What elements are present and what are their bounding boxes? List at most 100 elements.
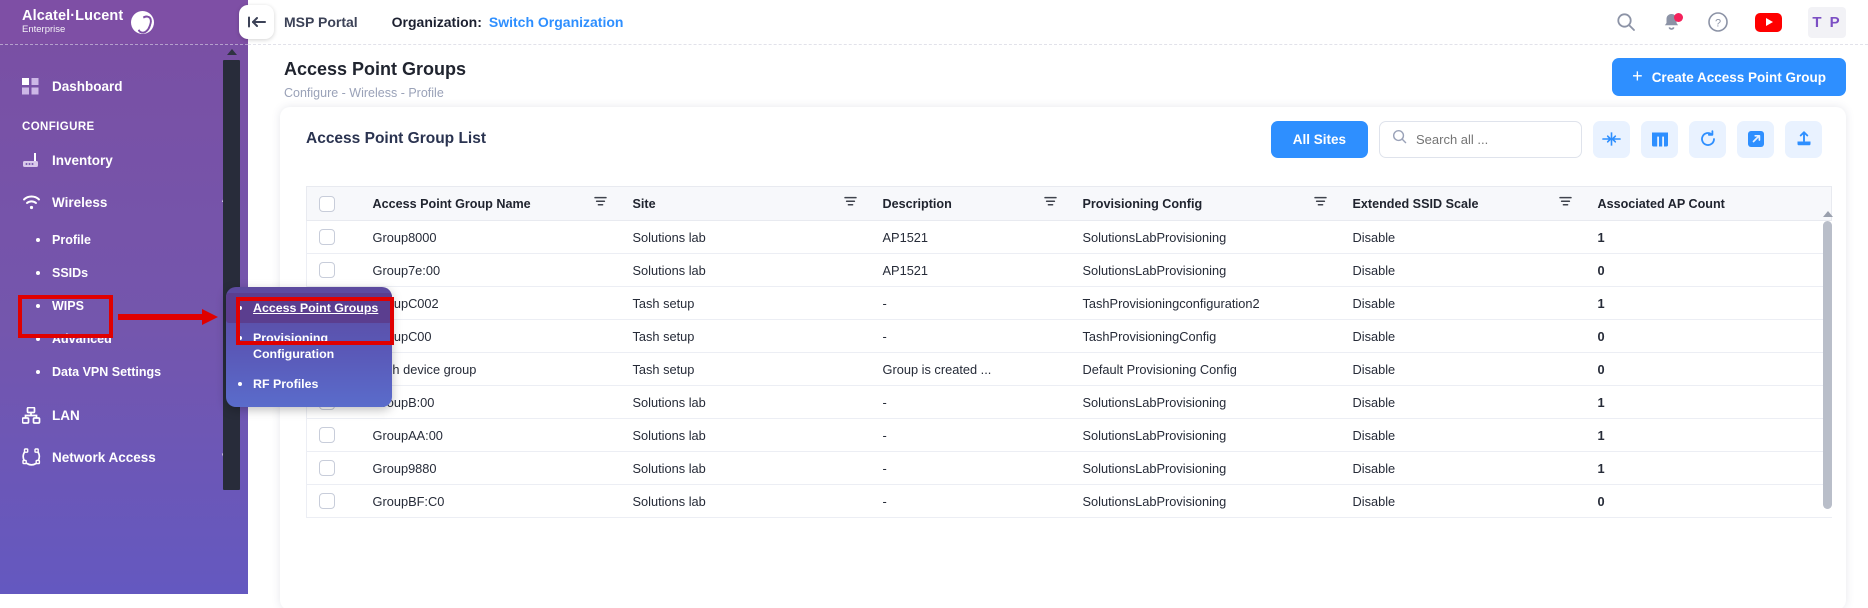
filter-icon[interactable] [844,196,857,211]
all-sites-button[interactable]: All Sites [1271,121,1368,158]
cell-ap-count[interactable]: 0 [1586,254,1832,287]
table-row[interactable]: GroupAA:00 Solutions lab - SolutionsLabP… [307,419,1832,452]
sidebar-item-label: Dashboard [48,79,228,94]
cell-site: Solutions lab [621,221,871,254]
table-row[interactable]: Group7e:00 Solutions lab AP1521 Solution… [307,254,1832,287]
cell-site: Solutions lab [621,419,871,452]
column-settings-button[interactable] [1641,121,1678,158]
cell-name: GroupC002 [361,287,621,320]
search-input-wrapper[interactable] [1379,121,1582,158]
export-upload-button[interactable] [1785,121,1822,158]
sidebar: Alcatel·Lucent Enterprise Dashboard [0,0,248,594]
table-row[interactable]: GroupC002 Tash setup - TashProvisioningc… [307,287,1832,320]
column-header-extended-ssid-scale[interactable]: Extended SSID Scale [1341,187,1586,221]
cell-description: - [871,287,1071,320]
sidebar-subitem-label: Data VPN Settings [52,365,228,379]
select-all-header[interactable] [307,187,361,221]
cell-ap-count[interactable]: 1 [1586,386,1832,419]
sidebar-subitem-data-vpn-settings[interactable]: Data VPN Settings [0,355,248,388]
cell-ssid-scale: Disable [1341,452,1586,485]
table-row[interactable]: GroupBF:C0 Solutions lab - SolutionsLabP… [307,485,1832,518]
sidebar-item-wireless[interactable]: Wireless ^ [0,181,248,223]
sidebar-section-configure: CONFIGURE [0,107,248,139]
page-title: Access Point Groups [284,59,466,80]
sidebar-subitem-profile[interactable]: Profile › [0,223,248,256]
search-icon[interactable] [1616,12,1636,32]
filter-icon[interactable] [1314,196,1327,211]
youtube-icon[interactable] [1755,13,1782,32]
table-row[interactable]: Group9880 Solutions lab - SolutionsLabPr… [307,452,1832,485]
fit-columns-button[interactable] [1593,121,1630,158]
row-select-cell[interactable] [307,485,361,518]
table-row[interactable]: Group8000 Solutions lab AP1521 Solutions… [307,221,1832,254]
column-header-description[interactable]: Description [871,187,1071,221]
cell-description: Group is created ... [871,353,1071,386]
filter-icon[interactable] [1559,196,1572,211]
column-label: Site [633,197,656,211]
row-checkbox[interactable] [319,460,335,476]
sidebar-item-dashboard[interactable]: Dashboard [0,65,248,107]
cell-name: GroupBF:C0 [361,485,621,518]
row-select-cell[interactable] [307,419,361,452]
sidebar-item-lan[interactable]: LAN › [0,394,248,436]
refresh-button[interactable] [1689,121,1726,158]
sidebar-subitem-ssids[interactable]: SSIDs [0,256,248,289]
msp-portal-link[interactable]: MSP Portal [284,14,358,30]
row-select-cell[interactable] [307,452,361,485]
access-point-groups-table: Access Point Group Name Site [306,186,1832,518]
cell-ap-count[interactable]: 0 [1586,485,1832,518]
select-all-checkbox[interactable] [319,196,335,212]
cell-ap-count[interactable]: 0 [1586,320,1832,353]
row-checkbox[interactable] [319,229,335,245]
inventory-device-icon [22,152,48,169]
column-header-site[interactable]: Site [621,187,871,221]
column-header-provisioning-config[interactable]: Provisioning Config [1071,187,1341,221]
cell-ap-count[interactable]: 1 [1586,452,1832,485]
sidebar-item-inventory[interactable]: Inventory › [0,139,248,181]
bullet-icon [238,306,242,310]
table-row[interactable]: Tash device group Tash setup Group is cr… [307,353,1832,386]
cell-provisioning: SolutionsLabProvisioning [1071,386,1341,419]
row-checkbox[interactable] [319,493,335,509]
row-select-cell[interactable] [307,221,361,254]
row-checkbox[interactable] [319,427,335,443]
cell-name: GroupB:00 [361,386,621,419]
cell-ap-count[interactable]: 0 [1586,353,1832,386]
table-vertical-scrollbar[interactable] [1823,221,1832,509]
row-select-cell[interactable] [307,254,361,287]
cell-provisioning: Default Provisioning Config [1071,353,1341,386]
row-checkbox[interactable] [319,262,335,278]
search-input[interactable] [1416,132,1569,147]
submenu-item-provisioning-configuration[interactable]: Provisioning Configuration [226,323,392,369]
column-header-name[interactable]: Access Point Group Name [361,187,621,221]
cell-ssid-scale: Disable [1341,353,1586,386]
bullet-icon [36,238,40,242]
create-access-point-group-button[interactable]: + Create Access Point Group [1612,58,1846,96]
cell-ap-count[interactable]: 1 [1586,419,1832,452]
submenu-item-access-point-groups[interactable]: Access Point Groups [226,293,392,323]
bell-icon[interactable] [1662,12,1681,32]
expand-button[interactable] [1737,121,1774,158]
sidebar-scrollbar[interactable] [223,60,240,490]
sidebar-nav: Dashboard CONFIGURE Inventory › [0,45,248,478]
sidebar-item-network-access[interactable]: Network Access ˅ [0,436,248,478]
column-header-associated-ap-count[interactable]: Associated AP Count [1586,187,1832,221]
table-row[interactable]: GroupC00 Tash setup - TashProvisioningCo… [307,320,1832,353]
switch-organization-link[interactable]: Switch Organization [489,14,624,30]
network-access-icon [22,448,48,466]
cell-description: - [871,386,1071,419]
sidebar-subitem-advanced[interactable]: Advanced › [0,322,248,355]
cell-site: Solutions lab [621,386,871,419]
filter-icon[interactable] [594,196,607,211]
brand-logo-block[interactable]: Alcatel·Lucent Enterprise [0,0,248,44]
collapse-sidebar-button[interactable] [239,5,274,39]
cell-ap-count[interactable]: 1 [1586,287,1832,320]
filter-icon[interactable] [1044,196,1057,211]
table-body: Group8000 Solutions lab AP1521 Solutions… [307,221,1832,518]
submenu-item-rf-profiles[interactable]: RF Profiles [226,369,392,399]
avatar[interactable]: T P [1808,7,1846,38]
cell-ap-count[interactable]: 1 [1586,221,1832,254]
help-circle-icon[interactable]: ? [1707,11,1729,33]
table-row[interactable]: GroupB:00 Solutions lab - SolutionsLabPr… [307,386,1832,419]
sidebar-subitem-wips[interactable]: WIPS › [0,289,248,322]
